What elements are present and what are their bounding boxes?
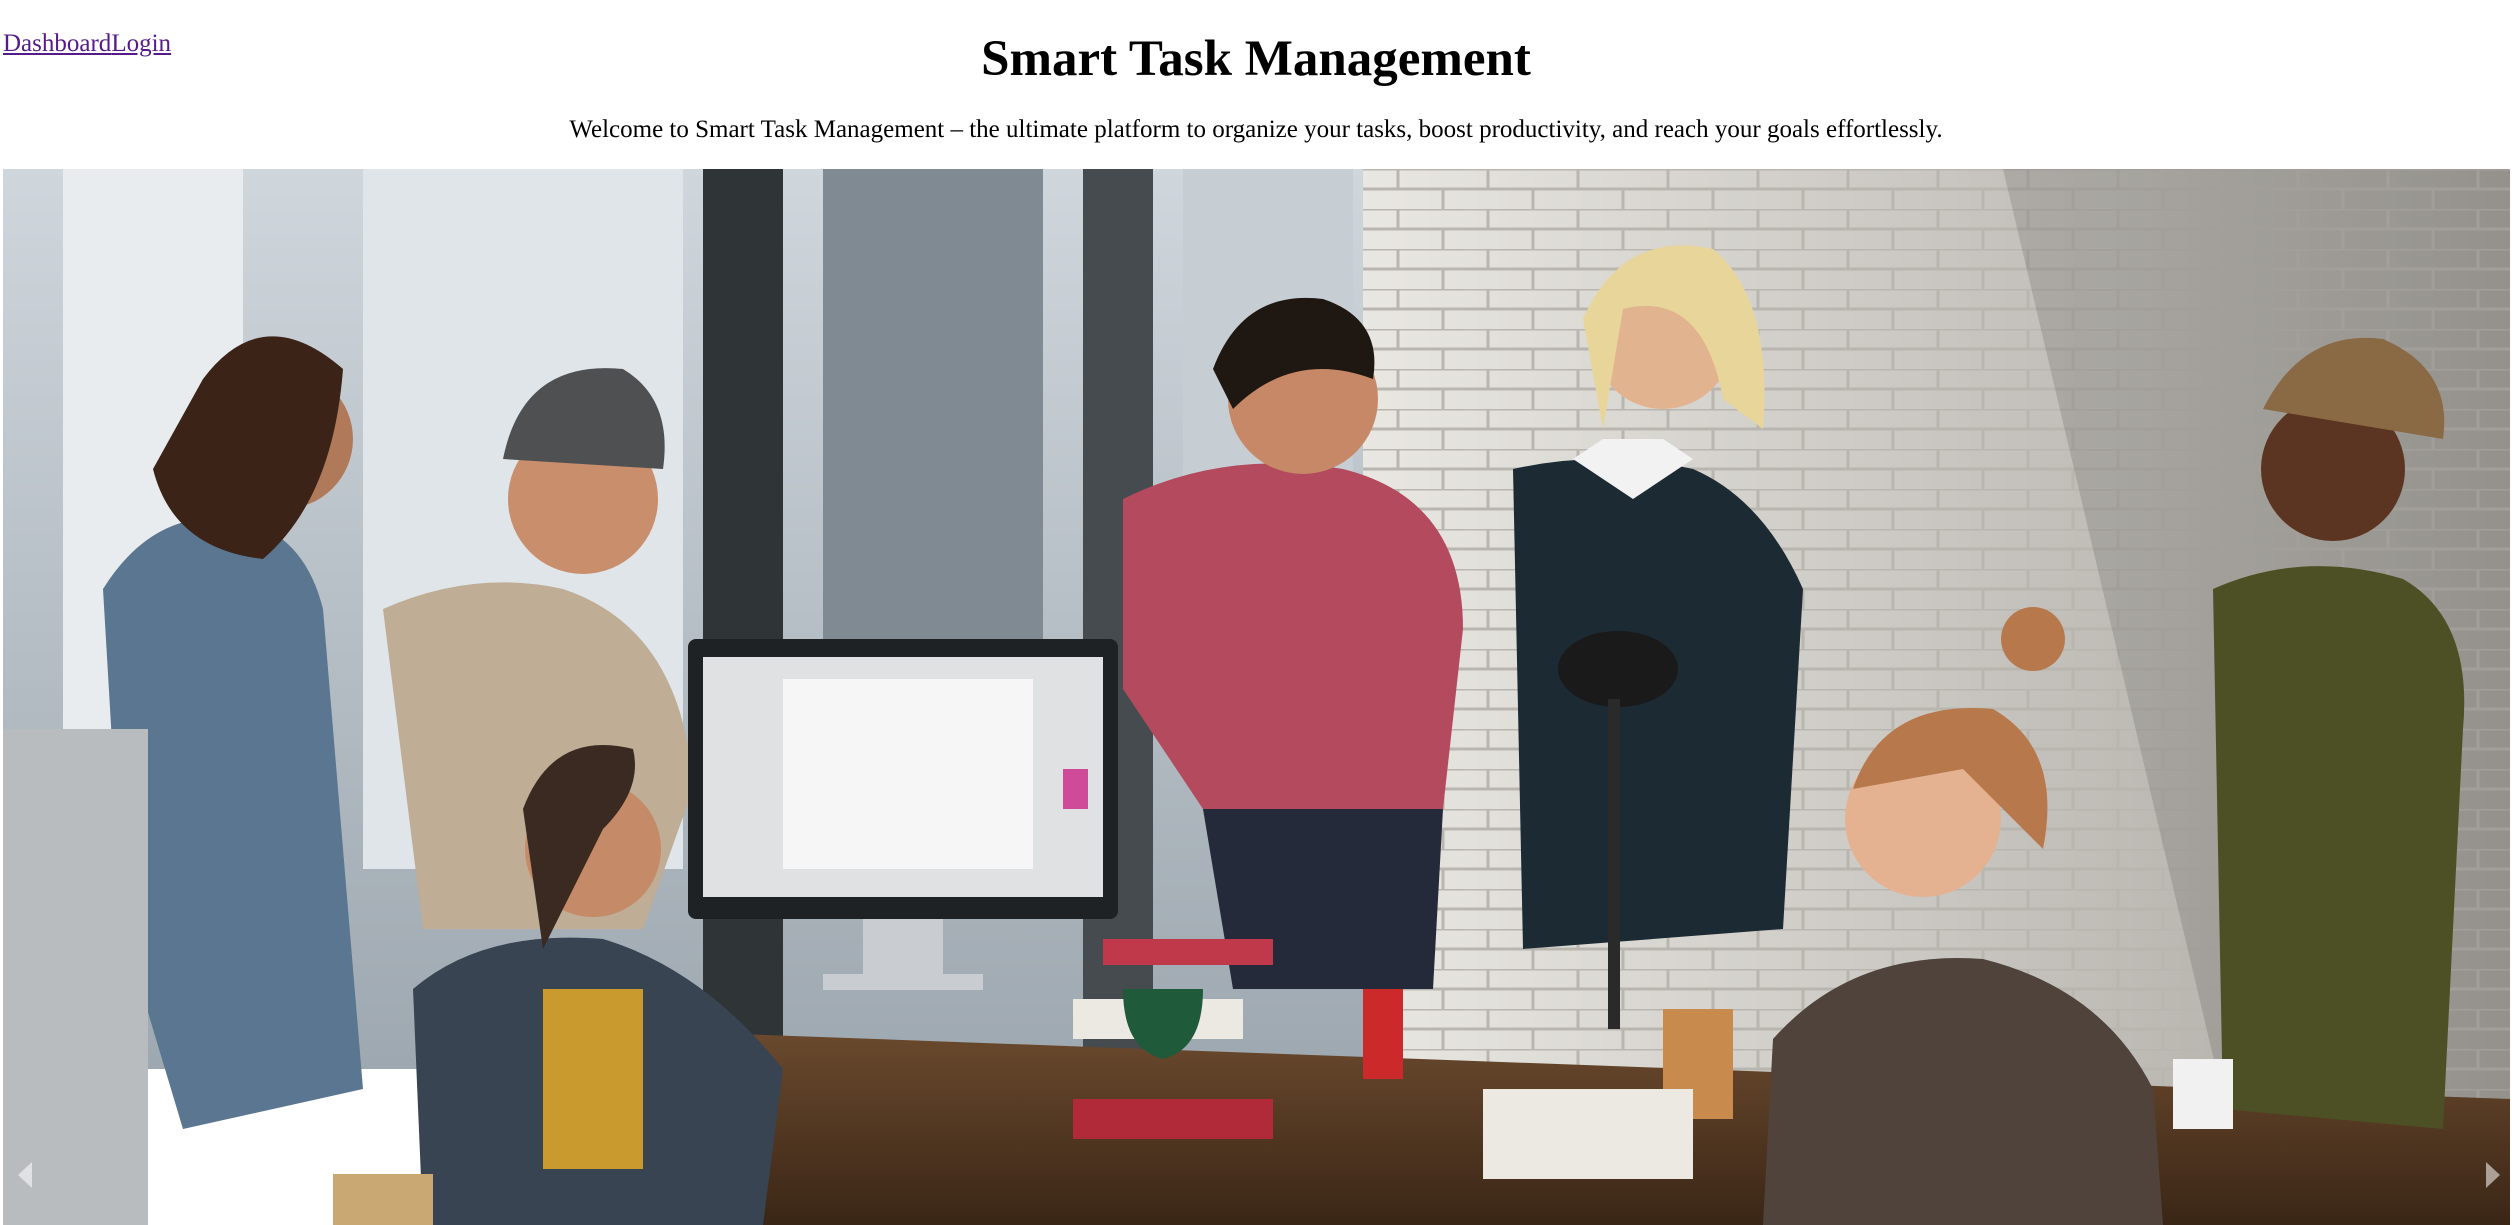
page-title: Smart Task Management	[981, 31, 1531, 87]
chevron-left-icon[interactable]	[18, 1162, 32, 1188]
hero-image	[3, 169, 2510, 1225]
page-subtitle: Welcome to Smart Task Management – the u…	[569, 116, 1943, 143]
chevron-right-icon[interactable]	[2486, 1162, 2500, 1188]
